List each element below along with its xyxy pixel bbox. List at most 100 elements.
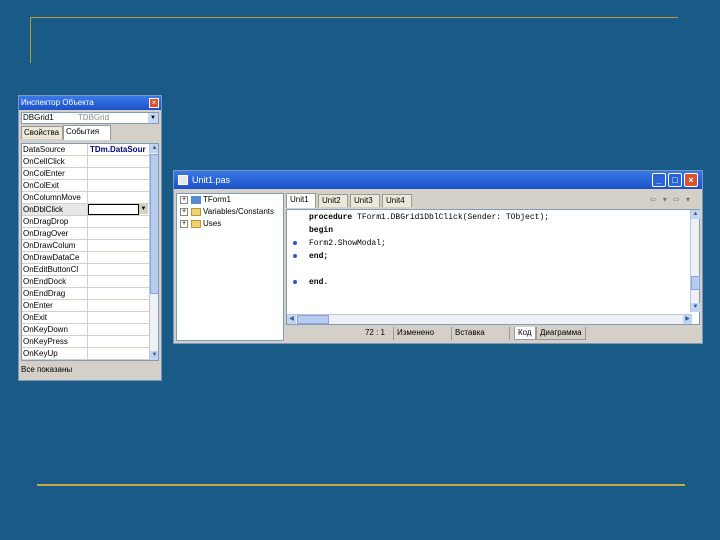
scroll-thumb[interactable] [150, 154, 158, 294]
scroll-thumb[interactable] [691, 276, 700, 290]
table-row[interactable]: OnDragDrop [22, 216, 158, 228]
scroll-right-icon[interactable]: ▶ [683, 315, 692, 324]
event-value[interactable] [88, 288, 158, 299]
table-row[interactable]: OnColExit [22, 180, 158, 192]
event-name: OnKeyUp [22, 348, 88, 359]
navigation-arrows[interactable]: ⇦ ▾ ⇨ ▾ [650, 195, 692, 204]
scroll-up-icon[interactable]: ▲ [150, 144, 158, 153]
table-row[interactable]: OnColumnMove [22, 192, 158, 204]
expand-icon[interactable]: + [180, 208, 188, 216]
object-inspector-titlebar[interactable]: Инспектор Объекта × [19, 96, 161, 110]
tree-item-tform1[interactable]: + TForm1 [177, 194, 283, 206]
event-name: OnKeyDown [22, 324, 88, 335]
scroll-thumb[interactable] [297, 315, 329, 324]
table-row[interactable]: OnEndDock [22, 276, 158, 288]
table-row[interactable]: OnDrawDataCe [22, 252, 158, 264]
table-row[interactable]: OnColEnter [22, 168, 158, 180]
folder-icon [191, 208, 201, 216]
event-value[interactable] [88, 240, 158, 251]
tab-unit2[interactable]: Unit2 [318, 194, 348, 207]
events-scrollbar[interactable]: ▲ ▼ [149, 144, 158, 360]
decorative-left-line [30, 17, 31, 63]
table-row[interactable]: OnKeyUp [22, 348, 158, 360]
event-name: DataSource [22, 144, 88, 155]
component-selector[interactable]: DBGrid1 TDBGrid ▼ [21, 112, 159, 124]
event-value[interactable] [88, 180, 158, 191]
close-icon[interactable]: × [149, 98, 159, 108]
table-row[interactable]: OnEndDrag [22, 288, 158, 300]
event-value[interactable] [88, 276, 158, 287]
table-row[interactable]: OnExit [22, 312, 158, 324]
code-line: end. [309, 276, 549, 289]
chevron-down-icon[interactable]: ▼ [148, 113, 158, 123]
events-grid: DataSource TDm.DataSour OnCellClick OnColEn… [21, 143, 159, 361]
tab-diagram[interactable]: Диаграмма [536, 327, 586, 340]
event-name: OnColEnter [22, 168, 88, 179]
event-value[interactable] [88, 336, 158, 347]
tree-item-label: Uses [203, 219, 222, 228]
event-value[interactable] [88, 168, 158, 179]
scroll-up-icon[interactable]: ▲ [691, 210, 700, 219]
table-row[interactable]: OnCellClick [22, 156, 158, 168]
component-class: TDBGrid [77, 113, 110, 122]
keyword: end; [309, 252, 329, 261]
inspector-status: Все показаны [21, 365, 73, 374]
maximize-icon[interactable]: □ [668, 173, 682, 187]
tab-unit3[interactable]: Unit3 [350, 194, 380, 207]
table-row[interactable]: OnDrawColum [22, 240, 158, 252]
table-row[interactable]: DataSource TDm.DataSour [22, 144, 158, 156]
tree-item-variables[interactable]: + Variables/Constants [177, 206, 283, 218]
tab-events[interactable]: События [63, 125, 111, 140]
expand-icon[interactable]: + [180, 220, 188, 228]
scroll-left-icon[interactable]: ◀ [287, 315, 296, 324]
code-text: TForm1.DBGrid1DblClick(Sender: TObject); [352, 213, 550, 222]
tab-unit4[interactable]: Unit4 [382, 194, 412, 207]
chevron-down-icon[interactable]: ▼ [139, 204, 148, 214]
event-name: OnKeyPress [22, 336, 88, 347]
event-value[interactable] [88, 300, 158, 311]
breakpoint-dot [293, 280, 297, 284]
code-line: begin [309, 224, 549, 237]
scroll-down-icon[interactable]: ▼ [691, 303, 700, 312]
table-row[interactable]: OnEditButtonCl [22, 264, 158, 276]
event-value[interactable]: TDm.DataSour [88, 144, 158, 155]
object-inspector-title: Инспектор Объекта [21, 98, 94, 107]
event-value[interactable] [88, 264, 158, 275]
event-value[interactable] [88, 204, 139, 215]
editor-main: Unit1 Unit2 Unit3 Unit4 ⇦ ▾ ⇨ ▾ procedur… [286, 193, 700, 341]
code-vscrollbar[interactable]: ▲ ▼ [690, 210, 700, 312]
event-value[interactable] [88, 216, 158, 227]
event-value[interactable] [88, 252, 158, 263]
table-row[interactable]: OnKeyDown [22, 324, 158, 336]
modified-status: Изменено [394, 327, 452, 340]
table-row[interactable]: OnDragOver [22, 228, 158, 240]
code-editor-title: Unit1.pas [192, 175, 231, 185]
minimize-icon[interactable]: _ [652, 173, 666, 187]
code-hscrollbar[interactable]: ◀ ▶ [287, 314, 692, 324]
expand-icon[interactable]: + [180, 196, 188, 204]
close-icon[interactable]: × [684, 173, 698, 187]
tab-unit1[interactable]: Unit1 [286, 193, 316, 208]
code-text: Form2.ShowModal; [309, 239, 386, 248]
table-row[interactable]: OnEnter [22, 300, 158, 312]
event-value[interactable] [88, 324, 158, 335]
gutter [287, 210, 305, 310]
code-line: procedure TForm1.DBGrid1DblClick(Sender:… [309, 211, 549, 224]
code-area[interactable]: procedure TForm1.DBGrid1DblClick(Sender:… [286, 209, 700, 325]
event-value[interactable] [88, 348, 158, 359]
tab-properties[interactable]: Свойства [21, 126, 63, 139]
tree-item-label: Variables/Constants [203, 207, 274, 216]
event-name: OnDrawDataCe [22, 252, 88, 263]
event-value[interactable] [88, 192, 158, 203]
event-value[interactable] [88, 228, 158, 239]
decorative-bottom-line [37, 484, 685, 486]
code-editor-titlebar[interactable]: Unit1.pas _ □ × [174, 171, 702, 189]
cursor-position: 72 : 1 [286, 327, 394, 340]
tab-code[interactable]: Код [514, 327, 536, 340]
table-row[interactable]: OnDblClick ▼ [22, 204, 158, 216]
scroll-down-icon[interactable]: ▼ [150, 351, 158, 360]
event-value[interactable] [88, 156, 158, 167]
table-row[interactable]: OnKeyPress [22, 336, 158, 348]
event-value[interactable] [88, 312, 158, 323]
tree-item-uses[interactable]: + Uses [177, 218, 283, 230]
